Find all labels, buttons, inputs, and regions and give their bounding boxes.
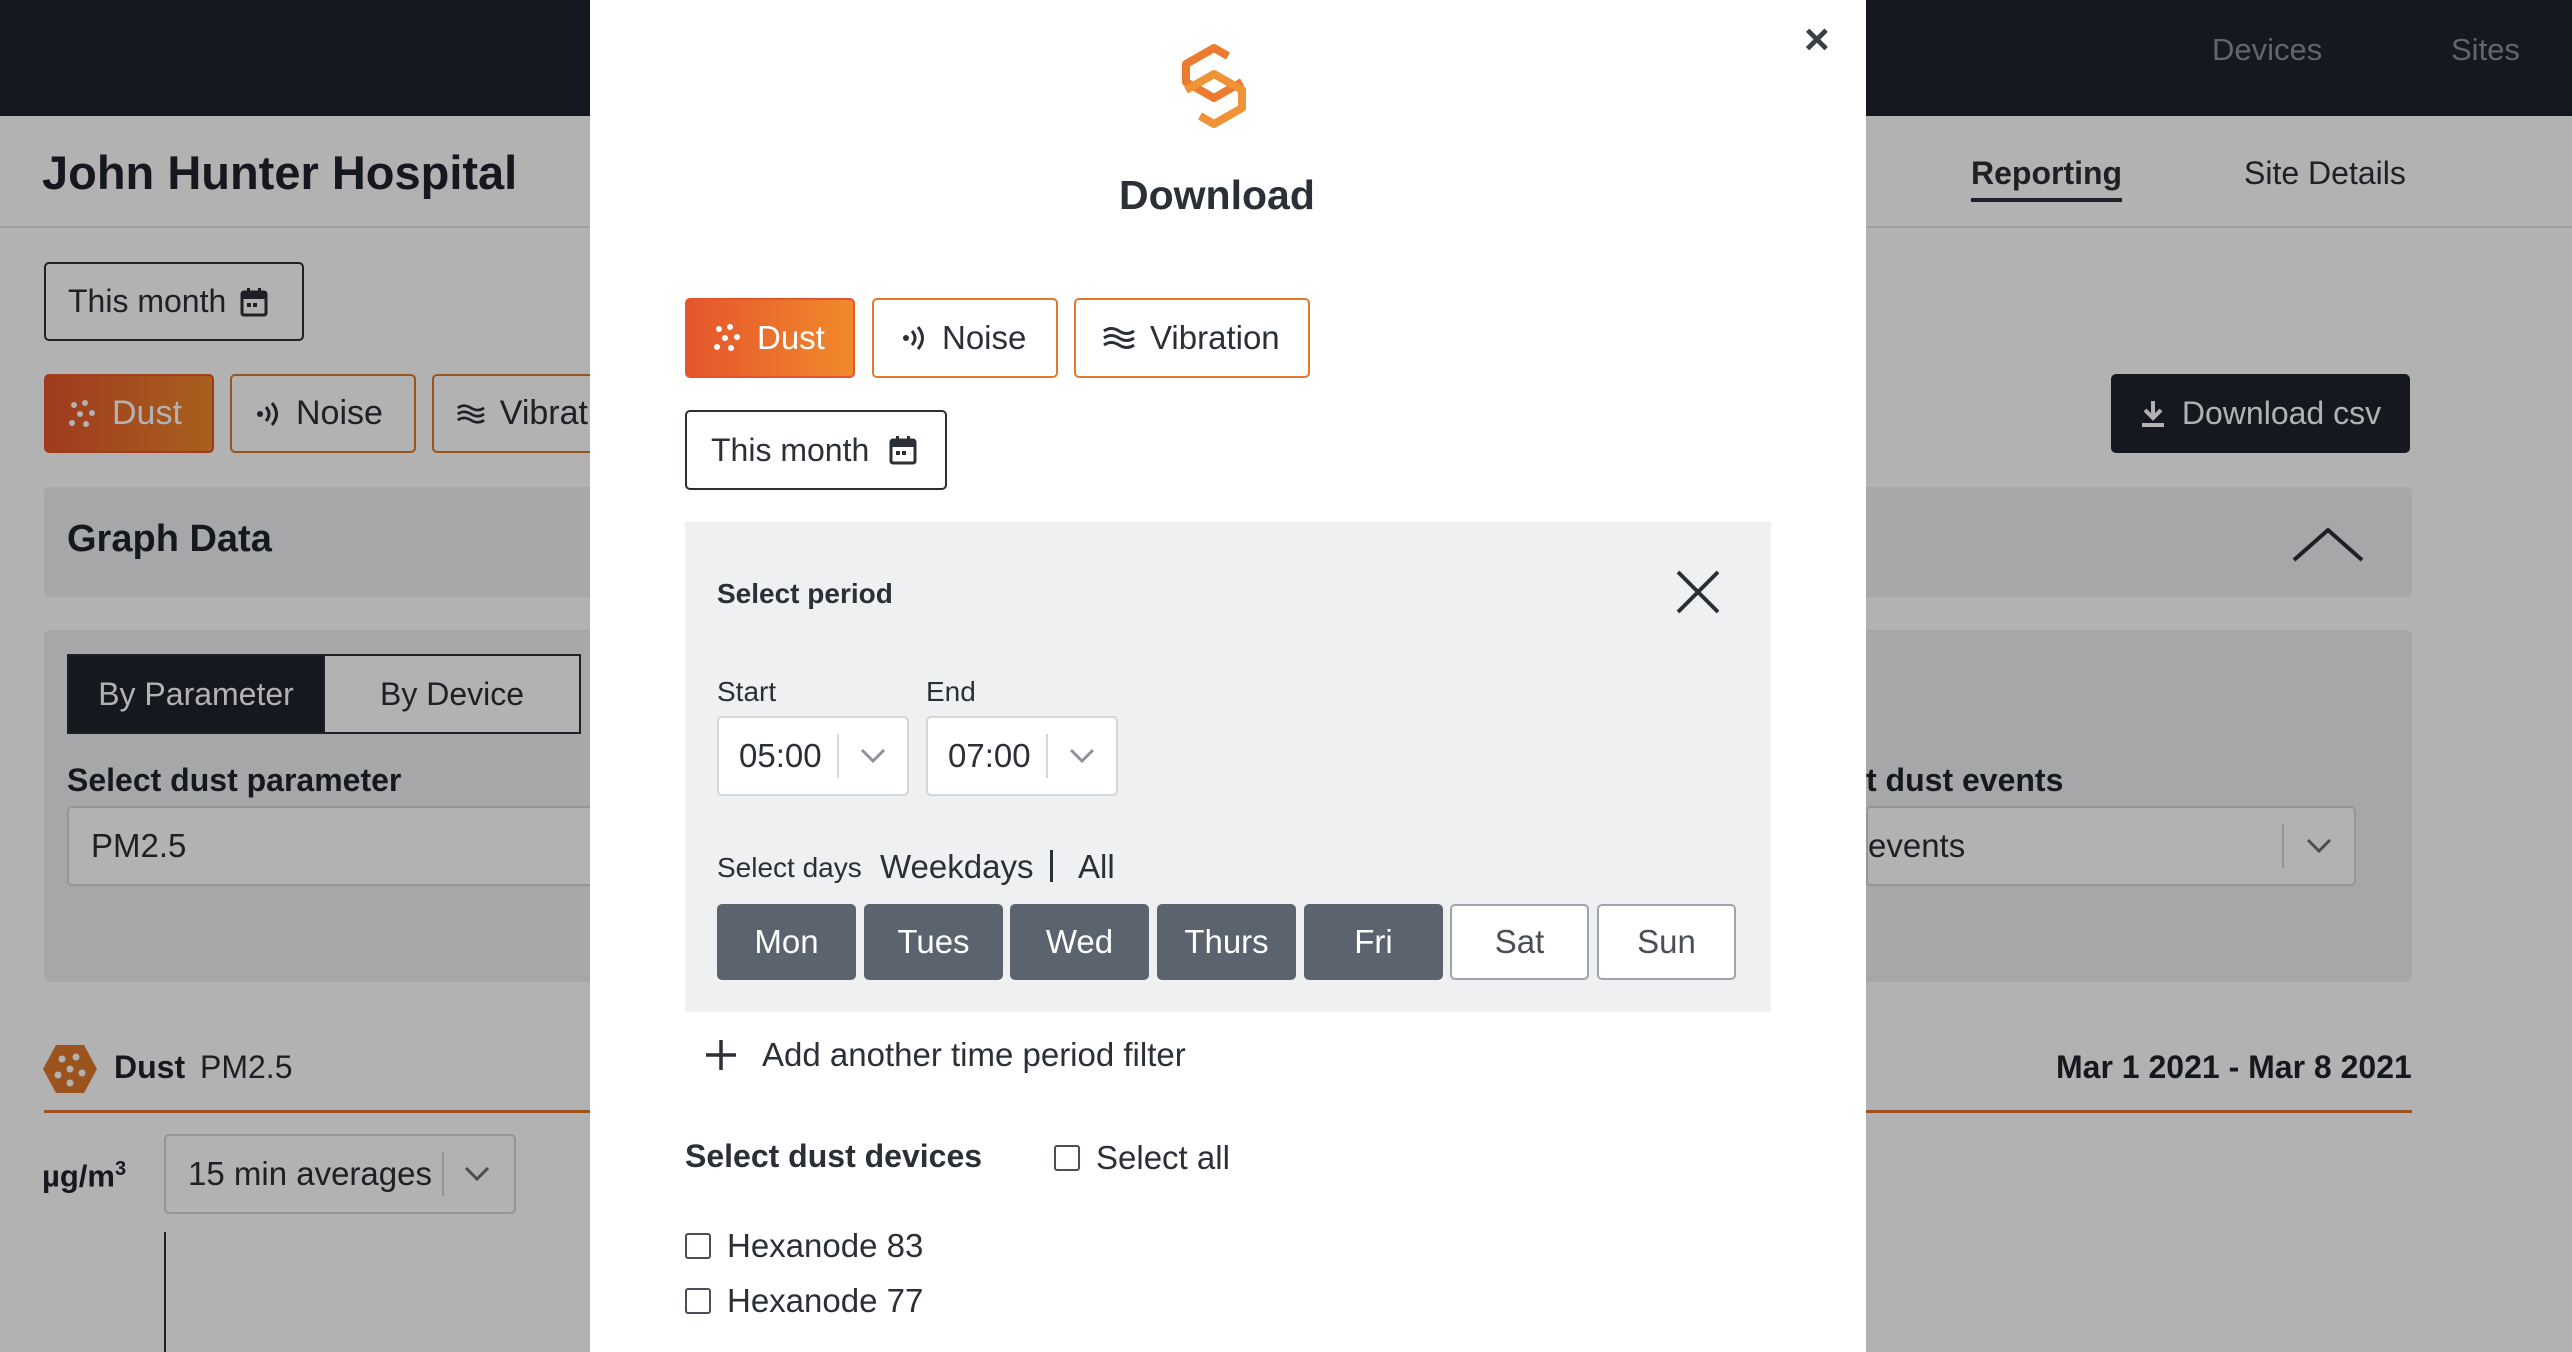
modal-date-range-button[interactable]: This month bbox=[685, 410, 947, 490]
calendar-icon bbox=[889, 436, 917, 465]
start-time-value: 05:00 bbox=[739, 737, 822, 774]
start-time-select[interactable]: 05:00 bbox=[717, 716, 909, 796]
device-checkbox-row[interactable]: Hexanode 83 bbox=[685, 1227, 923, 1265]
remove-period-icon[interactable] bbox=[1672, 566, 1724, 618]
day-tues-button[interactable]: Tues bbox=[864, 904, 1003, 980]
end-time-value: 07:00 bbox=[948, 737, 1031, 774]
modal-dust-label: Dust bbox=[757, 319, 825, 356]
dust-devices-title: Select dust devices bbox=[685, 1138, 983, 1174]
day-sat-button[interactable]: Sat bbox=[1450, 904, 1589, 980]
device-label: Hexanode 77 bbox=[727, 1282, 924, 1319]
select-all-label: Select all bbox=[1096, 1139, 1230, 1176]
day-wed-button[interactable]: Wed bbox=[1010, 904, 1149, 980]
day-fri-button[interactable]: Fri bbox=[1304, 904, 1443, 980]
days-link-divider bbox=[1050, 850, 1053, 882]
noise-icon bbox=[903, 326, 924, 350]
modal-close-icon[interactable]: × bbox=[1804, 18, 1830, 62]
day-label: Mon bbox=[754, 923, 819, 960]
weekdays-link[interactable]: Weekdays bbox=[880, 848, 1033, 886]
day-label: Fri bbox=[1354, 923, 1393, 960]
modal-vibration-filter[interactable]: Vibration bbox=[1074, 298, 1310, 378]
select-period-title: Select period bbox=[717, 578, 893, 609]
modal-date-range-label: This month bbox=[711, 431, 870, 468]
modal-title: Download bbox=[1119, 172, 1315, 218]
modal-vibration-label: Vibration bbox=[1150, 319, 1280, 356]
all-days-link[interactable]: All bbox=[1078, 848, 1115, 886]
day-label: Sat bbox=[1494, 923, 1545, 960]
add-time-period-label: Add another time period filter bbox=[762, 1036, 1186, 1073]
modal-dust-filter[interactable]: Dust bbox=[685, 298, 855, 378]
select-all-checkbox-row[interactable]: Select all bbox=[1054, 1139, 1230, 1177]
vibration-icon bbox=[1103, 327, 1135, 349]
modal-noise-filter[interactable]: Noise bbox=[872, 298, 1058, 378]
day-label: Thurs bbox=[1184, 923, 1269, 960]
add-time-period-button[interactable]: Add another time period filter bbox=[704, 1036, 1186, 1074]
device-label: Hexanode 83 bbox=[727, 1227, 924, 1264]
end-label: End bbox=[926, 676, 976, 707]
day-sun-button[interactable]: Sun bbox=[1597, 904, 1736, 980]
select-days-label: Select days bbox=[717, 852, 862, 883]
modal-noise-label: Noise bbox=[942, 319, 1027, 356]
end-time-select[interactable]: 07:00 bbox=[926, 716, 1118, 796]
day-label: Sun bbox=[1637, 923, 1696, 960]
day-label: Wed bbox=[1045, 923, 1114, 960]
day-thurs-button[interactable]: Thurs bbox=[1157, 904, 1296, 980]
day-mon-button[interactable]: Mon bbox=[717, 904, 856, 980]
device-checkbox[interactable] bbox=[685, 1233, 711, 1259]
device-checkbox[interactable] bbox=[685, 1288, 711, 1314]
plus-icon bbox=[706, 1040, 736, 1070]
brand-logo-icon bbox=[1182, 44, 1246, 128]
chevron-down-icon bbox=[839, 748, 907, 764]
day-label: Tues bbox=[897, 923, 970, 960]
start-label: Start bbox=[717, 676, 777, 707]
dust-icon bbox=[714, 324, 740, 351]
device-checkbox-row[interactable]: Hexanode 77 bbox=[685, 1282, 923, 1320]
chevron-down-icon bbox=[1048, 748, 1116, 764]
select-all-checkbox[interactable] bbox=[1054, 1145, 1080, 1171]
